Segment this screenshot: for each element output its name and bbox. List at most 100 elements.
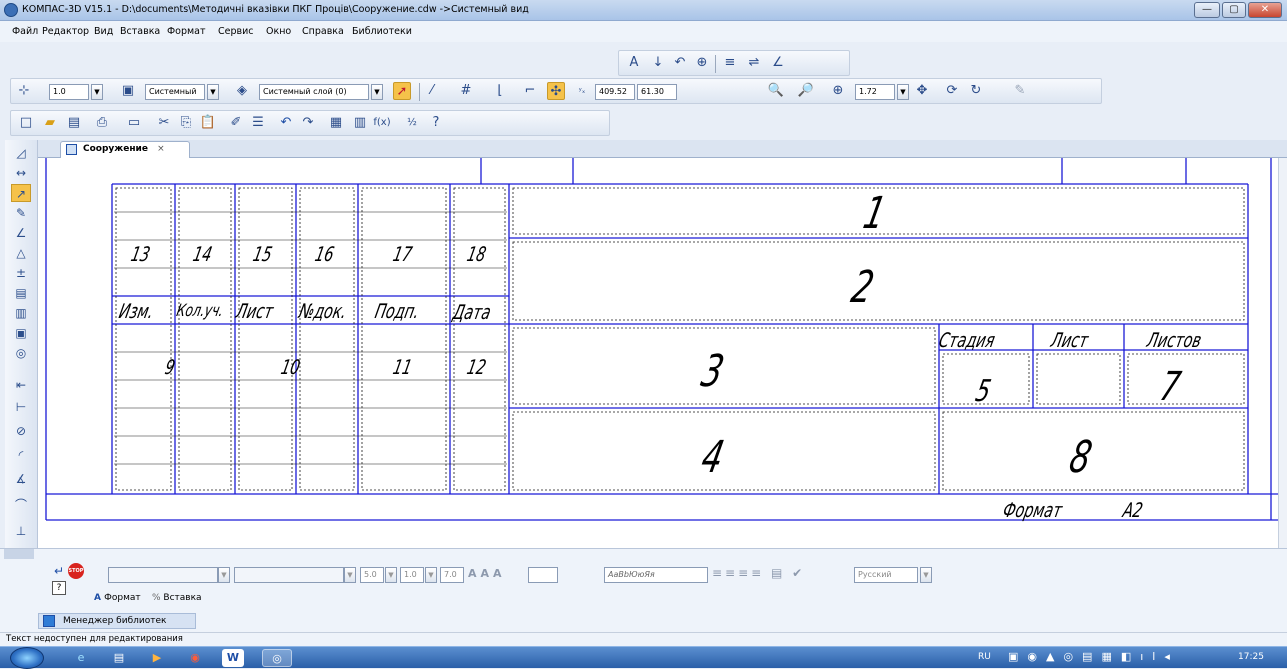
arc-dim-icon[interactable]: ⌒ — [11, 496, 31, 514]
language-dropdown-icon[interactable]: ▼ — [920, 567, 932, 583]
variables-icon[interactable]: f(x) — [373, 114, 391, 132]
font-size-field[interactable]: 5.0 — [360, 567, 384, 583]
color-brush-icon[interactable]: ➚ — [393, 82, 411, 100]
select-icon[interactable]: ± — [11, 264, 31, 282]
pan-icon[interactable]: ✥ — [913, 82, 931, 100]
print-icon[interactable]: ⎙ — [93, 114, 111, 132]
text-dimension-icon[interactable]: A — [625, 54, 643, 72]
snap-icon[interactable]: ✣ — [547, 82, 565, 100]
chrome-icon[interactable]: ◉ — [180, 649, 210, 667]
kompas-taskbar-icon[interactable]: ◎ — [262, 649, 292, 667]
angle-dim-icon[interactable]: ∡ — [11, 470, 31, 488]
dimensions-icon[interactable]: ↔ — [11, 164, 31, 182]
manager-icon[interactable]: ▦ — [327, 114, 345, 132]
explorer-icon[interactable]: ▤ — [104, 649, 134, 667]
menu-service[interactable]: Сервис — [218, 26, 254, 37]
datum-icon[interactable]: ⊕ — [693, 54, 711, 72]
zoom-dropdown-icon[interactable]: ▼ — [897, 84, 909, 100]
tab-document[interactable]: Сооружение × — [60, 141, 190, 158]
new-document-icon[interactable]: □ — [17, 114, 35, 132]
panel-grip[interactable] — [4, 549, 34, 559]
scale-field[interactable]: 1.0 — [49, 84, 89, 100]
copy-icon[interactable]: ⎘ — [177, 114, 195, 132]
undo-icon[interactable]: ↶ — [277, 114, 295, 132]
redo-icon[interactable]: ↷ — [299, 114, 317, 132]
zoom-all-icon[interactable]: 🔎 — [797, 82, 815, 100]
properties-icon[interactable]: ☰ — [249, 114, 267, 132]
media-icon[interactable]: ▶ — [142, 649, 172, 667]
menu-view[interactable]: Вид — [94, 26, 113, 37]
designations-icon[interactable]: ↗ — [11, 184, 31, 202]
maximize-button[interactable]: ▢ — [1222, 2, 1246, 18]
insert-icon[interactable]: ◎ — [11, 344, 31, 362]
menu-format[interactable]: Формат — [167, 26, 206, 37]
paste-icon[interactable]: 📋 — [199, 114, 217, 132]
arrow-view-icon[interactable]: ⇌ — [745, 54, 763, 72]
open-folder-icon[interactable]: ▰ — [41, 114, 59, 132]
preview-icon[interactable]: ▭ — [125, 114, 143, 132]
diameter-dim-icon[interactable]: ⊘ — [11, 422, 31, 440]
tolerance-icon[interactable]: ≡ — [721, 54, 739, 72]
close-window-button[interactable]: ✕ — [1248, 2, 1282, 18]
kompas-app-icon[interactable] — [4, 3, 18, 17]
spec-icon[interactable]: ▣ — [11, 324, 31, 342]
menu-help[interactable]: Справка — [302, 26, 344, 37]
ortho-icon[interactable]: ⁄ — [423, 82, 441, 100]
layer-icon[interactable]: ◈ — [233, 82, 251, 100]
zoom-window-icon[interactable]: 🔍 — [767, 82, 785, 100]
leader-icon[interactable]: ↶ — [671, 54, 689, 72]
format-painter-icon[interactable]: ✐ — [227, 114, 245, 132]
language-field[interactable]: Русский — [854, 567, 918, 583]
report-icon[interactable]: ▥ — [11, 304, 31, 322]
cut-line-icon[interactable]: ∠ — [769, 54, 787, 72]
create-object-icon[interactable]: ↵ — [54, 565, 68, 577]
local-cs-icon[interactable]: ⌊ — [491, 82, 509, 100]
radius-dim-icon[interactable]: ◜ — [11, 446, 31, 464]
font-size-dropdown-icon[interactable]: ▼ — [385, 567, 397, 583]
start-button[interactable] — [10, 647, 44, 669]
ie-icon[interactable]: e — [66, 649, 96, 667]
tab-close-icon[interactable]: × — [157, 144, 165, 154]
menu-file[interactable]: Файл — [12, 26, 38, 37]
zoom-field[interactable]: 1.72 — [855, 84, 895, 100]
library-manager-tab[interactable]: Менеджер библиотек — [38, 613, 196, 629]
menu-libraries[interactable]: Библиотеки — [352, 26, 412, 37]
menu-window[interactable]: Окно — [266, 26, 291, 37]
refresh-icon[interactable]: ↻ — [967, 82, 985, 100]
font-dropdown-icon[interactable]: ▼ — [218, 567, 230, 583]
text-color-picker[interactable] — [528, 567, 558, 583]
spacing-dropdown-icon[interactable]: ▼ — [425, 567, 437, 583]
scale-dropdown-icon[interactable]: ▼ — [91, 84, 103, 100]
horizontal-dim-icon[interactable]: ⊢ — [11, 398, 31, 416]
linear-dim-icon[interactable]: ⇤ — [11, 376, 31, 394]
text-style-buttons[interactable]: AAA — [468, 567, 528, 583]
geometry-icon[interactable]: ◿ — [11, 144, 31, 162]
menu-editor[interactable]: Редактор — [42, 26, 89, 37]
layer-field[interactable]: Системный слой (0) — [259, 84, 369, 100]
stop-icon[interactable]: STOP — [68, 563, 84, 579]
menu-insert[interactable]: Вставка — [120, 26, 160, 37]
calculator-icon[interactable]: ½ — [403, 114, 421, 132]
height-field[interactable]: 7.0 — [440, 567, 464, 583]
redraw-icon[interactable]: ⟳ — [943, 82, 961, 100]
style-text-field[interactable] — [234, 567, 344, 583]
grid-icon[interactable]: # — [457, 82, 475, 100]
height-mark-icon[interactable]: ⊥ — [11, 522, 31, 540]
roughness-icon[interactable]: ↓ — [649, 54, 667, 72]
save-icon[interactable]: ▤ — [65, 114, 83, 132]
tray-icons[interactable]: ▣◉▲◎▤▦◧ıl◂ — [1008, 650, 1179, 663]
minimize-button[interactable]: — — [1194, 2, 1220, 18]
style-field[interactable]: Системный — [145, 84, 205, 100]
zoom-in-icon[interactable]: ⊕ — [829, 82, 847, 100]
drawing-canvas[interactable]: 1 2 3 4 5 7 8 13 14 15 16 17 18 Изм. Кол… — [38, 158, 1278, 548]
text-style-dropdown-icon[interactable]: ▼ — [344, 567, 356, 583]
parametrization-icon[interactable]: ∠ — [11, 224, 31, 242]
layer-dropdown-icon[interactable]: ▼ — [371, 84, 383, 100]
measure-icon[interactable]: △ — [11, 244, 31, 262]
tray-language[interactable]: RU — [978, 652, 991, 662]
editing-icon[interactable]: ✎ — [11, 204, 31, 222]
font-field[interactable] — [108, 567, 218, 583]
alignment-buttons[interactable]: ≡≡≡≡ ▤ ✔ — [712, 566, 842, 584]
view-icon[interactable]: ▤ — [11, 284, 31, 302]
vertical-scrollbar[interactable] — [1278, 158, 1287, 548]
